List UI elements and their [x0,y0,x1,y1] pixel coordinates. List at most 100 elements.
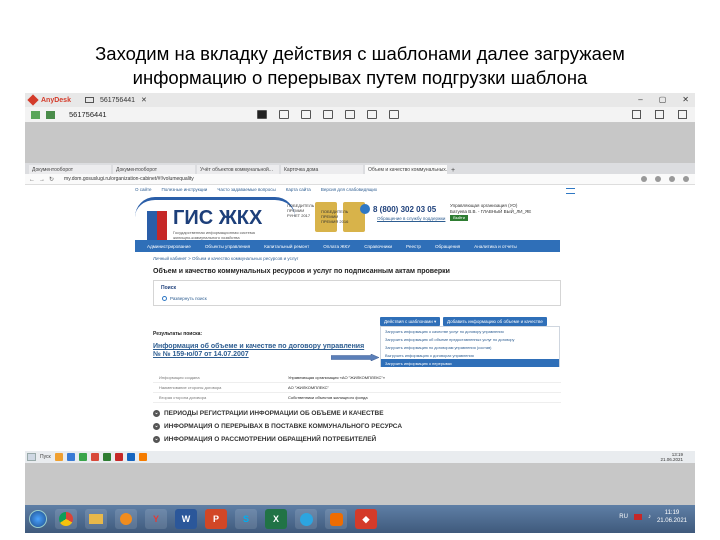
search-panel: Поиск Развернуть поиск [153,280,561,306]
nav-item[interactable]: Аналитика и отчеты [474,244,517,249]
menu-item-upload-breaks[interactable]: Загрузить информацию о перерывах [381,359,559,367]
anydesk-icon [27,94,39,106]
switch-icon[interactable] [367,110,377,119]
breadcrumb[interactable]: Личный кабинет > Объем и качество коммун… [153,256,298,261]
folder-icon[interactable] [85,509,107,529]
nav-item[interactable]: Капитальный ремонт [264,244,309,249]
info-value: Собственники объектов жилищного фонда [288,395,368,400]
yandex-icon[interactable]: Y [145,509,167,529]
profile-icon[interactable] [683,176,689,182]
history-icon[interactable] [632,110,641,119]
remote-desktop-gap-bottom [25,463,695,505]
connection-icon[interactable] [31,110,40,119]
add-info-button[interactable]: Добавить информацию об объеме и качестве [443,317,547,326]
screenshot: AnyDesk 561756441 ✕ – ▢ ✕ 561756441 Докум… [25,93,695,533]
date: 21.06.2021 [656,518,687,524]
browser-tab-active[interactable]: Объем и качество коммунальных... [365,165,447,174]
clock[interactable]: 11:19 21.06.2021 [657,509,687,525]
word-icon[interactable]: W [175,509,197,529]
nav-item[interactable]: Администрирование [147,244,191,249]
skype-icon[interactable]: S [235,509,257,529]
template-actions-button[interactable]: Действия с шаблонами ▾ [380,317,441,326]
anydesk-taskbar-icon[interactable]: ◆ [355,509,377,529]
display-icon[interactable] [257,110,267,119]
top-link[interactable]: Часто задаваемые вопросы [217,187,275,192]
time: 11:19 [664,510,680,516]
table-row: Вторая сторона договора Собственники объе… [153,393,561,403]
award-text: ПОБЕДИТЕЛЬ ПРЕМИИ ПРЕМИЯ 2016 [321,209,349,224]
nav-item[interactable]: Оплата ЖКУ [323,244,350,249]
lightning-icon[interactable] [301,110,311,119]
anydesk-session-tab[interactable]: 561756441 ✕ [84,96,147,104]
browser-tab[interactable]: Документооборот [29,165,111,174]
anydesk-logo: AnyDesk [27,94,71,106]
nav-item[interactable]: Справочники [364,244,392,249]
top-link[interactable]: Версия для слабовидящих [321,187,377,192]
section-periods[interactable]: ⌄ ПЕРИОДЫ РЕГИСТРАЦИИ ИНФОРМАЦИИ ОБ ОБЪЕМ… [153,407,402,420]
remote-app-icon[interactable] [90,453,99,461]
menu-icon[interactable] [678,110,687,119]
keyboard-icon[interactable] [323,110,333,119]
close-button[interactable]: ✕ [682,95,689,104]
remote-start-label[interactable]: Пуск [40,454,51,460]
collapsible-sections: ⌄ ПЕРИОДЫ РЕГИСТРАЦИИ ИНФОРМАЦИИ ОБ ОБЪЕМ… [153,407,402,446]
screenshot-icon[interactable] [389,110,399,119]
remote-app-icon[interactable] [54,453,63,461]
top-link[interactable]: Карта сайта [286,187,311,192]
info-value: АО "ЖИЛКОМПЛЕКС" [288,385,329,390]
file-icon[interactable] [279,110,289,119]
remote-app-icon[interactable] [126,453,135,461]
menu-item[interactable]: Выгрузить информацию о договорах управле… [381,351,559,359]
url-input[interactable]: my.dom.gosuslugi.ru/organization-cabinet… [64,176,194,182]
top-link[interactable]: Полезные инструкции [162,187,208,192]
chat-icon[interactable] [345,110,355,119]
remote-app-icon[interactable] [114,453,123,461]
support-link[interactable]: Обращение в службу поддержки [377,216,445,221]
bookmark-icon[interactable] [655,110,664,119]
logout-button[interactable]: Выйти [450,215,468,221]
section-breaks[interactable]: ⌄ ИНФОРМАЦИЯ О ПЕРЕРЫВАХ В ПОСТАВКЕ КОММУ… [153,420,402,433]
nav-arrows-icon[interactable]: ←→↻ [29,176,58,183]
extension-icon[interactable] [655,176,661,182]
info-key: Вторая сторона договора [159,395,207,400]
remote-app-icon[interactable] [66,453,75,461]
telegram-icon[interactable] [295,509,317,529]
gis-logo[interactable]: ГИС ЖКХ Государственная информационная с… [135,195,295,243]
maximize-button[interactable]: ▢ [659,95,667,104]
monitor-green-icon[interactable] [46,110,55,119]
remote-app-icon[interactable] [102,453,111,461]
menu-item[interactable]: Загрузить информацию об объеме предостав… [381,335,559,343]
new-tab-icon[interactable]: + [451,167,455,174]
app-orange-icon[interactable] [325,509,347,529]
volume-icon[interactable]: ♪ [648,514,651,520]
remote-start-button[interactable] [27,453,36,461]
remote-app-icon[interactable] [138,453,147,461]
browser-tab[interactable]: Учёт объектов коммунальной... [197,165,279,174]
powerpoint-icon[interactable]: P [205,509,227,529]
remote-app-icon[interactable] [78,453,87,461]
close-tab-icon[interactable]: ✕ [141,96,147,104]
anydesk-address-field[interactable]: 561756441 [69,110,107,119]
hamburger-menu-icon[interactable] [566,188,575,194]
top-link[interactable]: О сайте [135,187,152,192]
expand-search-link[interactable]: Развернуть поиск [162,296,207,301]
info-table: Информация создана Управляющая организаци… [153,373,561,403]
browser-tab[interactable]: Карточка дома [281,165,363,174]
browser-tab[interactable]: Документооборот [113,165,195,174]
minimize-button[interactable]: – [638,95,642,104]
media-player-icon[interactable] [115,509,137,529]
nav-item[interactable]: Обращения [435,244,460,249]
excel-icon[interactable]: X [265,509,287,529]
menu-item[interactable]: Загрузить информацию о качестве услуг по… [381,327,559,335]
chrome-icon[interactable] [55,509,77,529]
nav-item[interactable]: Объекты управления [205,244,250,249]
nav-item[interactable]: Реестр [406,244,421,249]
section-complaints[interactable]: ⌄ ИНФОРМАЦИЯ О РАССМОТРЕНИИ ОБРАЩЕНИЙ ПОТ… [153,433,402,446]
menu-item[interactable]: Загрузить информацию по договорам управл… [381,343,559,351]
extension-icon[interactable] [641,176,647,182]
windows-start-icon[interactable] [29,510,47,528]
anydesk-toolbar: 561756441 [25,107,695,123]
language-indicator[interactable]: RU [619,514,628,520]
extension-icon[interactable] [669,176,675,182]
info-value: Управляющая организация «АО "ЖИЛКОМПЛЕКС… [288,375,386,380]
